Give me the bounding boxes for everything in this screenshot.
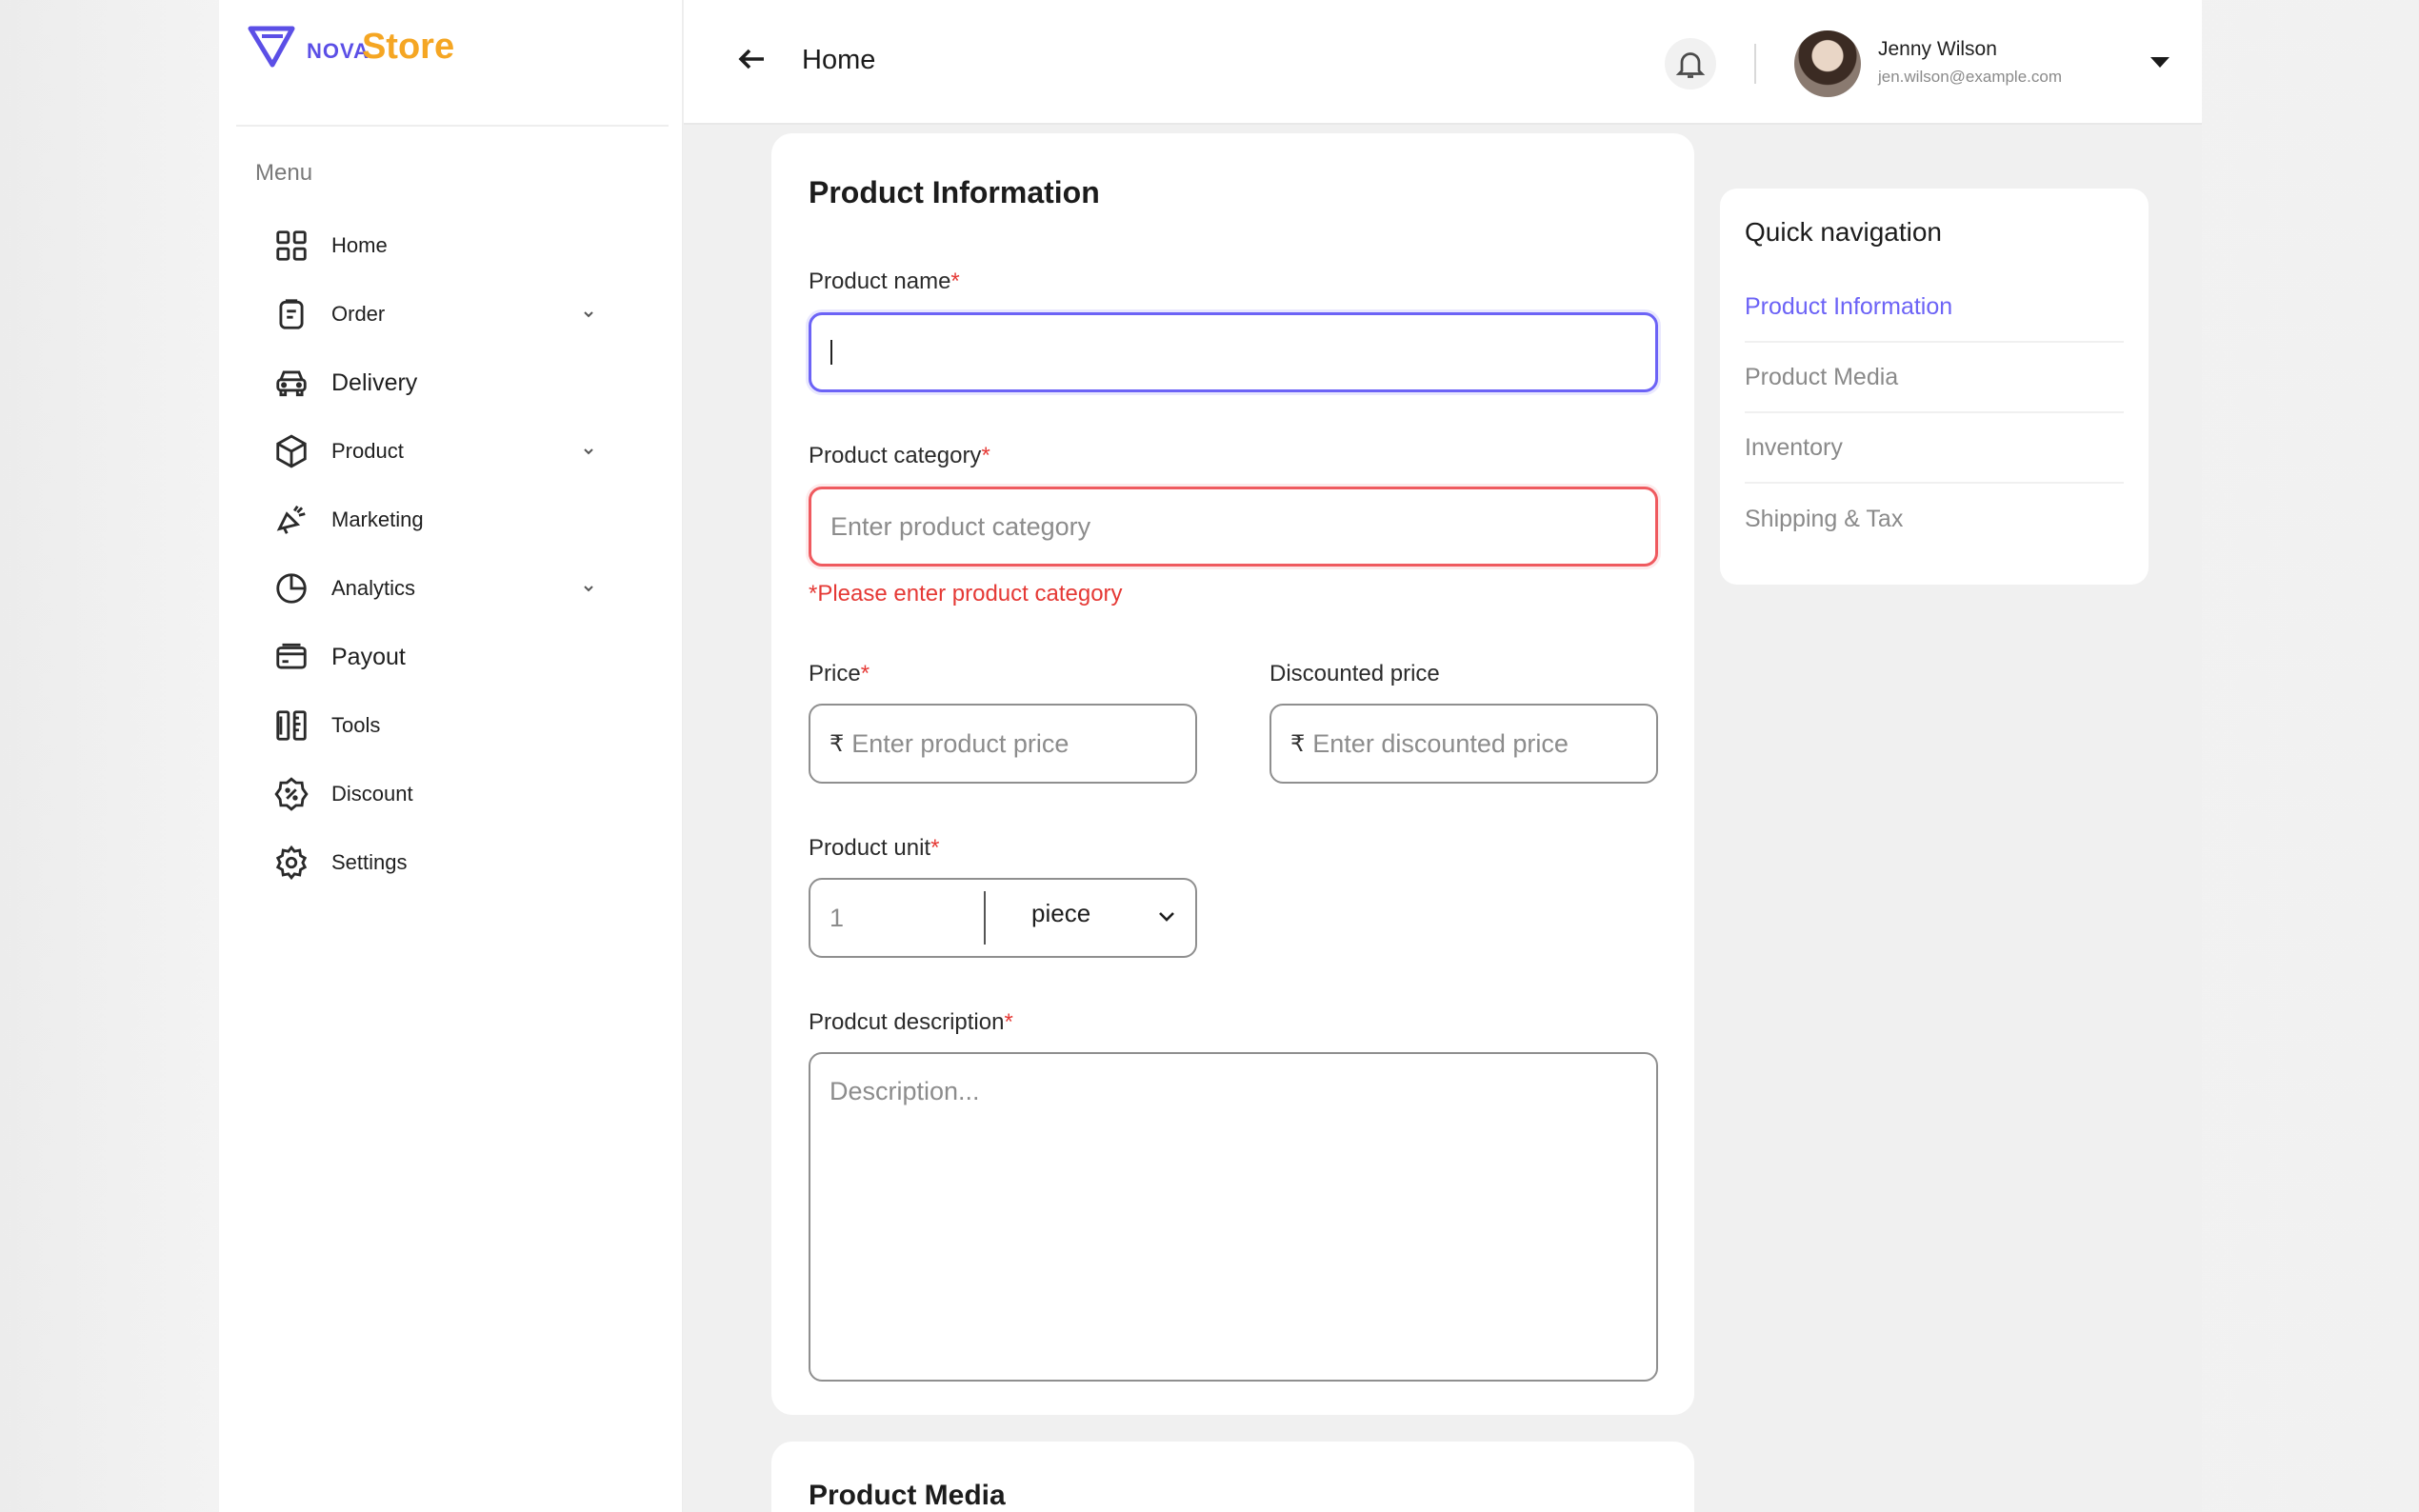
unit-select[interactable]: piece xyxy=(1031,899,1090,928)
sidebar-item-tools[interactable]: Tools xyxy=(272,691,653,760)
box-icon xyxy=(272,432,310,470)
sidebar-item-label: Product xyxy=(331,439,404,463)
product-category-error: *Please enter product category xyxy=(809,581,1123,607)
sidebar-item-label: Tools xyxy=(331,713,381,737)
user-email: jen.wilson@example.com xyxy=(1878,68,2063,86)
sidebar-item-label: Discount xyxy=(331,782,413,806)
grid-icon xyxy=(272,227,310,265)
wallet-icon xyxy=(272,638,310,676)
notification-bell-icon[interactable] xyxy=(1665,38,1716,90)
sidebar-item-order[interactable]: Order xyxy=(272,280,653,348)
megaphone-icon xyxy=(272,501,310,539)
sidebar-item-label: Home xyxy=(331,233,388,257)
unit-divider xyxy=(984,891,986,945)
chevron-down-icon[interactable] xyxy=(581,444,596,459)
product-media-card: Product Media xyxy=(771,1442,1694,1512)
product-name-label: Product name* xyxy=(809,269,960,294)
required-mark: * xyxy=(930,835,940,861)
avatar[interactable] xyxy=(1794,30,1861,97)
quick-navigation-panel: Quick navigation Product Information Pro… xyxy=(1720,189,2149,585)
menu-label: Menu xyxy=(255,160,313,186)
sidebar-item-payout[interactable]: Payout xyxy=(272,623,653,691)
product-unit-field: 1 piece xyxy=(809,878,1197,958)
required-mark: * xyxy=(981,443,990,468)
price-label: Price* xyxy=(809,661,870,686)
description-label: Prodcut description* xyxy=(809,1009,1013,1035)
back-arrow-icon[interactable] xyxy=(735,42,770,76)
quick-nav-product-media[interactable]: Product Media xyxy=(1745,343,2124,413)
app-frame: NOVA Store Menu Home Order Delivery Prod… xyxy=(219,0,2202,1512)
chevron-down-icon[interactable] xyxy=(1155,905,1178,927)
sidebar-item-label: Delivery xyxy=(331,368,418,396)
required-mark: * xyxy=(950,269,960,294)
section-title: Product Media xyxy=(809,1480,1006,1511)
product-unit-label: Product unit* xyxy=(809,835,940,861)
sidebar-item-delivery[interactable]: Delivery xyxy=(272,348,653,417)
page-title: Home xyxy=(802,45,876,75)
clipboard-icon xyxy=(272,295,310,333)
brand-logo[interactable]: NOVA Store xyxy=(248,25,454,69)
section-title: Product Information xyxy=(809,175,1100,209)
ruler-icon xyxy=(272,706,310,745)
quick-nav-product-information[interactable]: Product Information xyxy=(1745,272,2124,343)
sidebar-item-product[interactable]: Product xyxy=(272,417,653,486)
product-category-input[interactable]: Enter product category xyxy=(809,487,1658,567)
logo-mark-icon xyxy=(248,26,295,68)
quick-nav-shipping-tax[interactable]: Shipping & Tax xyxy=(1745,484,2124,554)
required-mark: * xyxy=(860,661,870,686)
rupee-icon: ₹ xyxy=(1290,730,1306,757)
sidebar-item-discount[interactable]: Discount xyxy=(272,760,653,828)
description-textarea[interactable]: Description... xyxy=(809,1052,1658,1382)
discounted-price-input[interactable]: ₹ Enter discounted price xyxy=(1269,704,1658,784)
quick-nav-list: Product Information Product Media Invent… xyxy=(1745,272,2124,554)
pie-chart-icon xyxy=(272,569,310,607)
sidebar-item-home[interactable]: Home xyxy=(272,211,653,280)
text-cursor xyxy=(830,340,832,365)
quick-nav-inventory[interactable]: Inventory xyxy=(1745,413,2124,484)
sidebar-item-label: Payout xyxy=(331,643,406,670)
product-name-input[interactable] xyxy=(809,312,1658,392)
product-information-card: Product Information Product name* Produc… xyxy=(771,133,1694,1415)
sidebar: NOVA Store Menu Home Order Delivery Prod… xyxy=(219,0,683,1512)
sidebar-item-settings[interactable]: Settings xyxy=(272,828,653,897)
price-input[interactable]: ₹ Enter product price xyxy=(809,704,1197,784)
brand-prefix: NOVA xyxy=(307,39,370,63)
top-header: Home Jenny Wilson jen.wilson@example.com xyxy=(684,0,2202,125)
quick-nav-title: Quick navigation xyxy=(1745,217,1943,247)
rupee-icon: ₹ xyxy=(830,730,845,757)
unit-quantity-input[interactable]: 1 xyxy=(830,904,844,933)
discount-badge-icon xyxy=(272,775,310,813)
brand-name: Store xyxy=(361,27,455,67)
sidebar-item-label: Settings xyxy=(331,850,408,874)
sidebar-item-label: Order xyxy=(331,302,386,326)
required-mark: * xyxy=(1004,1009,1013,1035)
sidebar-item-label: Analytics xyxy=(331,576,416,600)
sidebar-item-marketing[interactable]: Marketing xyxy=(272,486,653,554)
car-icon xyxy=(272,364,310,402)
sidebar-item-analytics[interactable]: Analytics xyxy=(272,554,653,623)
product-category-label: Product category* xyxy=(809,443,990,468)
user-menu-caret-icon[interactable] xyxy=(2150,57,2169,68)
sidebar-nav: Home Order Delivery Product Marketing An… xyxy=(272,211,653,897)
header-separator xyxy=(1754,44,1756,84)
gear-icon xyxy=(272,844,310,882)
discounted-price-label: Discounted price xyxy=(1269,661,1440,686)
chevron-down-icon[interactable] xyxy=(581,307,596,322)
chevron-down-icon[interactable] xyxy=(581,581,596,596)
sidebar-divider xyxy=(236,125,669,127)
sidebar-item-label: Marketing xyxy=(331,507,424,531)
user-name: Jenny Wilson xyxy=(1878,38,1997,60)
